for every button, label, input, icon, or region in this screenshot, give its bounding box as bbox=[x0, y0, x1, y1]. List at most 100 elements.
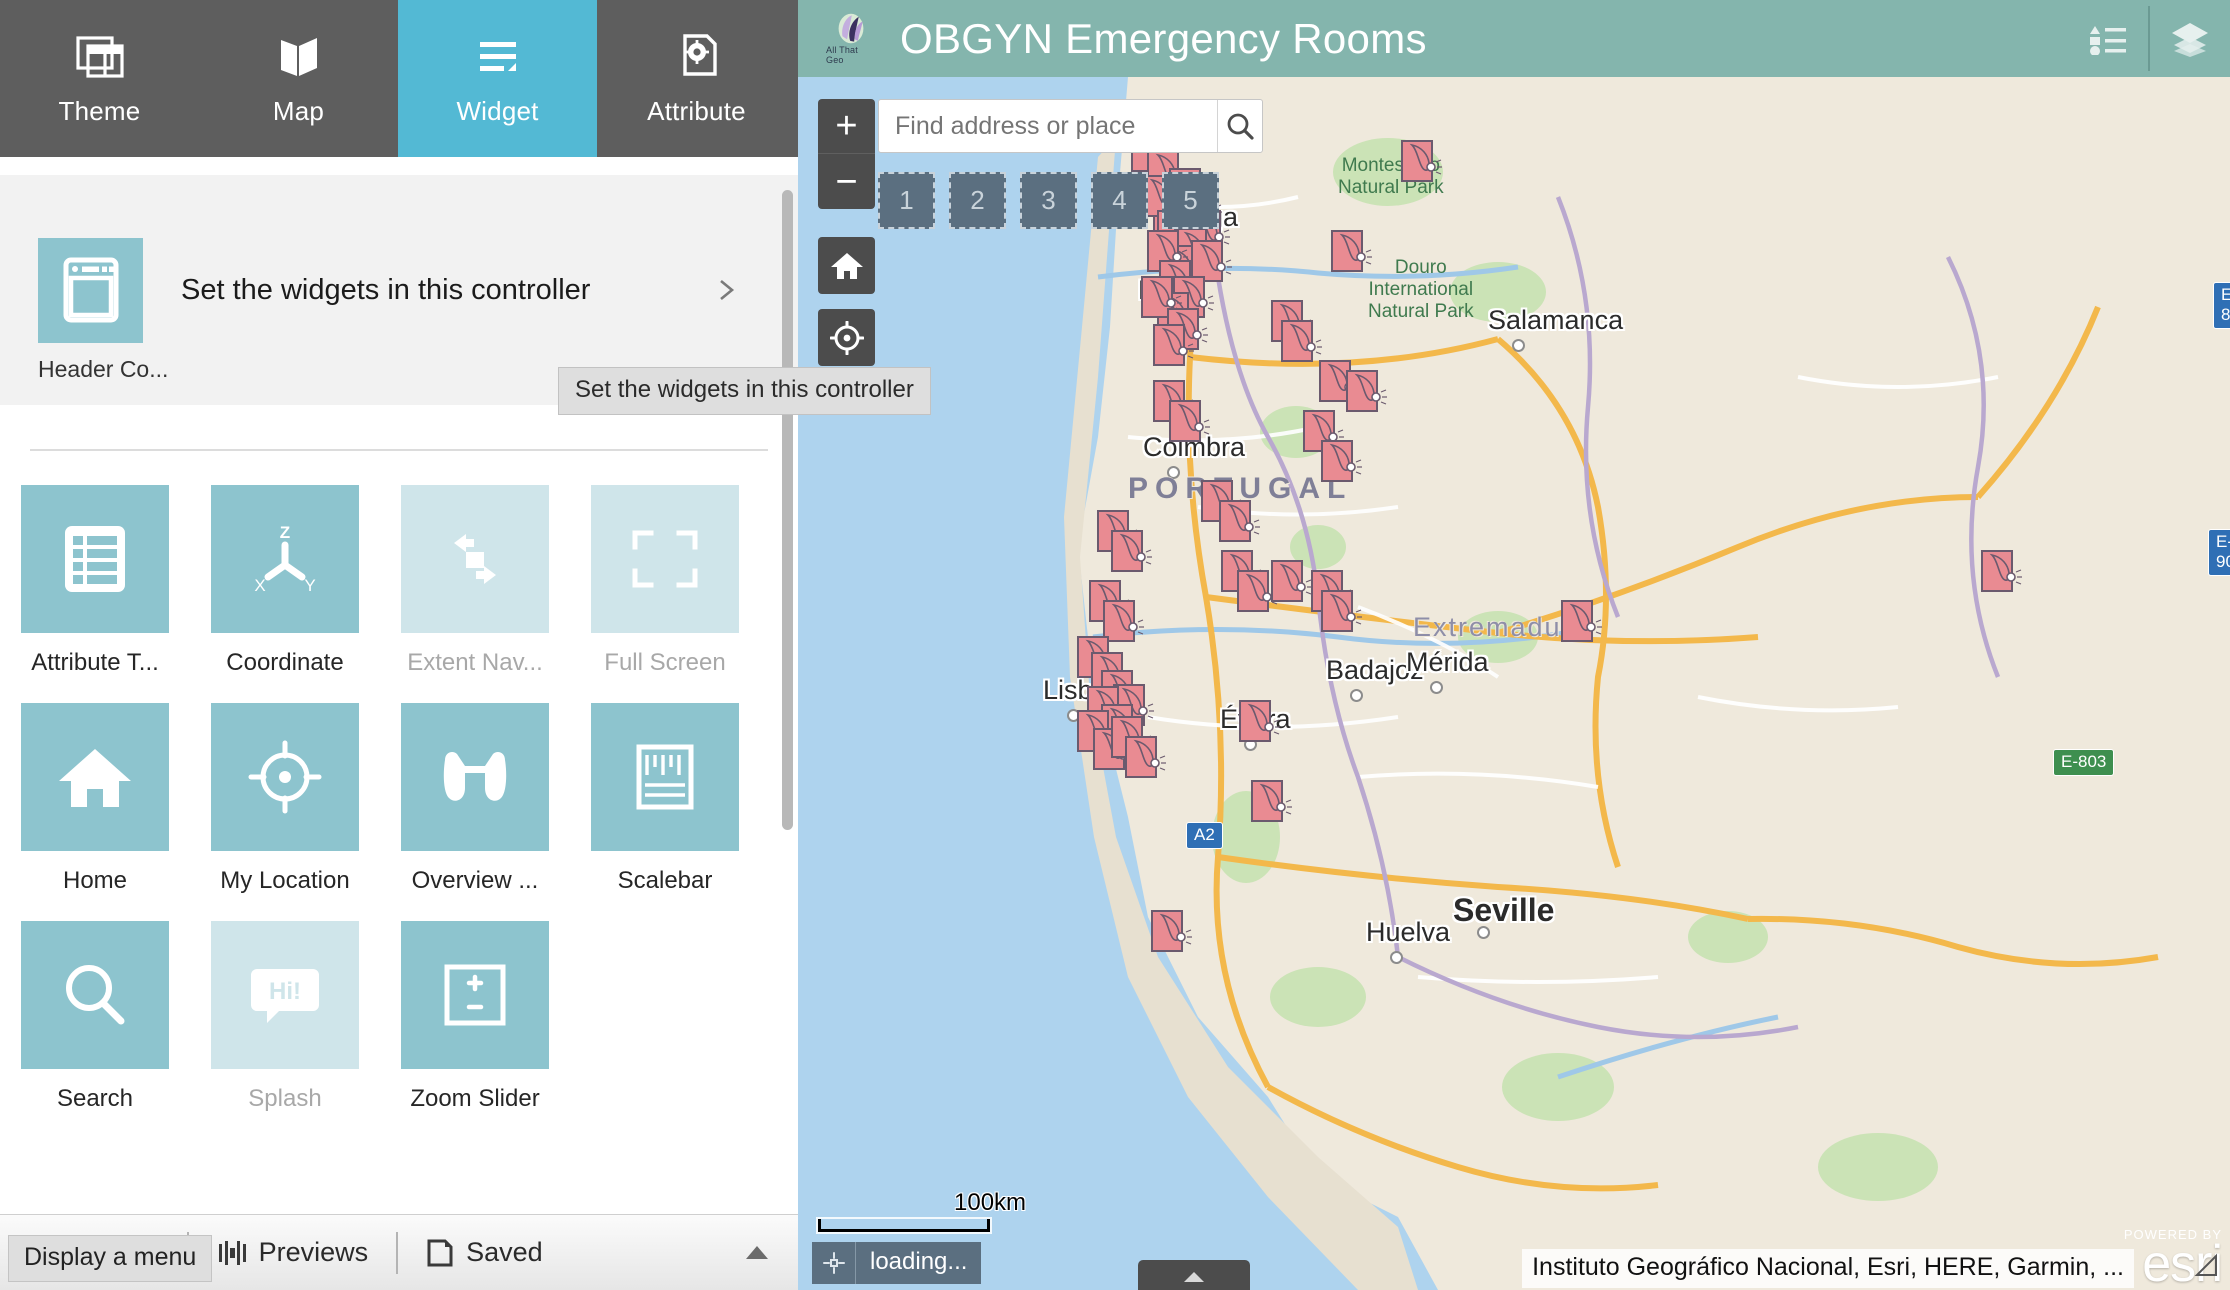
map-header: All That Geo OBGYN Emergency Rooms bbox=[798, 0, 2230, 77]
home-button[interactable] bbox=[818, 237, 875, 294]
previews-button[interactable]: Previews bbox=[189, 1237, 397, 1268]
map-highway-shield: E-803 bbox=[2053, 749, 2114, 776]
map-header-tools bbox=[2068, 0, 2230, 77]
extent-navigate-icon bbox=[436, 524, 514, 594]
home-icon bbox=[55, 741, 135, 813]
nav-tab-widget-label: Widget bbox=[456, 96, 538, 127]
builder-top-nav: Theme Map Widget bbox=[0, 0, 798, 157]
widget-tile-splash[interactable]: Hi! Splash bbox=[190, 921, 380, 1113]
widget-tile-my-location-label: My Location bbox=[220, 867, 349, 895]
map-marker-emergency-room[interactable] bbox=[1122, 733, 1168, 785]
map-marker-emergency-room[interactable] bbox=[1558, 597, 1604, 649]
legend-button[interactable] bbox=[2068, 0, 2148, 77]
map-app-title: OBGYN Emergency Rooms bbox=[900, 15, 1427, 63]
map-marker-emergency-room[interactable] bbox=[1978, 547, 2024, 599]
map-park-label: DouroInternationalNatural Park bbox=[1368, 257, 1474, 323]
map-attribution: Instituto Geográfico Nacional, Esri, HER… bbox=[1522, 1249, 2134, 1288]
nav-tab-map-label: Map bbox=[273, 96, 324, 127]
scalebar-label: 100km bbox=[954, 1189, 1026, 1217]
widget-placeholder-row: 12345 bbox=[878, 172, 1219, 229]
map-marker-emergency-room[interactable] bbox=[1248, 777, 1294, 829]
my-location-button[interactable] bbox=[818, 309, 875, 366]
map-marker-emergency-room[interactable] bbox=[1216, 497, 1262, 549]
widget-tile-attribute-table-box bbox=[21, 485, 169, 633]
widget-tile-zoom-slider[interactable]: Zoom Slider bbox=[380, 921, 570, 1113]
widget-placeholder-5[interactable]: 5 bbox=[1162, 172, 1219, 229]
widget-placeholder-3[interactable]: 3 bbox=[1020, 172, 1077, 229]
map-city-label: Salamanca bbox=[1488, 305, 1623, 336]
map-marker-emergency-room[interactable] bbox=[1150, 321, 1196, 373]
map-marker-emergency-room[interactable] bbox=[1148, 907, 1194, 959]
saved-label: Saved bbox=[466, 1237, 543, 1268]
widget-tile-my-location-box bbox=[211, 703, 359, 851]
nav-tab-widget[interactable]: Widget bbox=[398, 0, 597, 157]
widget-placeholder-1[interactable]: 1 bbox=[878, 172, 935, 229]
map-marker-emergency-room[interactable] bbox=[1166, 397, 1212, 449]
widget-tile-splash-box: Hi! bbox=[211, 921, 359, 1069]
loading-spinner-icon bbox=[812, 1242, 856, 1284]
crosshair-icon bbox=[822, 1251, 846, 1275]
widget-tile-attribute-table[interactable]: Attribute T... bbox=[0, 485, 190, 677]
widget-tile-home-label: Home bbox=[63, 867, 127, 895]
caret-up-icon bbox=[1183, 1271, 1205, 1283]
widget-tile-search-box bbox=[21, 921, 169, 1069]
widget-tile-my-location[interactable]: My Location bbox=[190, 703, 380, 895]
map-marker-emergency-room[interactable] bbox=[1398, 137, 1444, 189]
bottom-bar-expand-caret[interactable] bbox=[746, 1246, 768, 1259]
scalebar: 100km bbox=[818, 1219, 990, 1232]
widget-tile-overview-map[interactable]: Overview ... bbox=[380, 703, 570, 895]
layers-button[interactable] bbox=[2150, 0, 2230, 77]
map-marker-emergency-room[interactable] bbox=[1108, 527, 1154, 579]
widget-tile-overview-map-box bbox=[401, 703, 549, 851]
search-icon bbox=[57, 957, 133, 1033]
search-input[interactable] bbox=[879, 112, 1217, 141]
zoom-in-button[interactable]: + bbox=[818, 99, 875, 154]
map-canvas[interactable]: + − bbox=[798, 77, 2230, 1290]
widget-tile-splash-label: Splash bbox=[248, 1085, 321, 1113]
browser-window-icon bbox=[60, 256, 122, 324]
nav-tab-attribute-label: Attribute bbox=[647, 96, 746, 127]
my-location-icon bbox=[830, 321, 864, 355]
my-location-icon bbox=[247, 739, 323, 815]
widget-tile-home[interactable]: Home bbox=[0, 703, 190, 895]
panel-scrollbar[interactable] bbox=[782, 190, 793, 830]
widget-tile-coordinate[interactable]: Z X Y Coordinate bbox=[190, 485, 380, 677]
widget-placeholder-2[interactable]: 2 bbox=[949, 172, 1006, 229]
map-marker-emergency-room[interactable] bbox=[1318, 587, 1364, 639]
widget-tile-zoom-slider-label: Zoom Slider bbox=[410, 1085, 539, 1113]
nav-tab-theme[interactable]: Theme bbox=[0, 0, 199, 157]
zoom-out-button[interactable]: − bbox=[818, 154, 875, 209]
widget-tile-full-screen[interactable]: Full Screen bbox=[570, 485, 760, 677]
widget-placeholder-4[interactable]: 4 bbox=[1091, 172, 1148, 229]
map-marker-emergency-room[interactable] bbox=[1236, 697, 1282, 749]
map-city-dot bbox=[1430, 681, 1443, 694]
svg-text:Z: Z bbox=[280, 523, 290, 542]
map-marker-emergency-room[interactable] bbox=[1343, 367, 1389, 419]
search-submit-button[interactable] bbox=[1217, 100, 1262, 152]
widget-tile-attribute-table-label: Attribute T... bbox=[31, 649, 159, 677]
scalebar-icon bbox=[631, 741, 699, 813]
map-city-dot bbox=[1390, 951, 1403, 964]
saved-file-icon bbox=[426, 1238, 454, 1268]
all-that-geo-logo-icon bbox=[828, 13, 874, 44]
saved-button[interactable]: Saved bbox=[398, 1237, 571, 1268]
legend-icon bbox=[2089, 23, 2127, 55]
brand-logo: All That Geo bbox=[826, 13, 876, 65]
attribute-icon bbox=[671, 30, 723, 82]
attribution-collapse-handle[interactable] bbox=[1138, 1260, 1250, 1290]
nav-tab-attribute[interactable]: Attribute bbox=[597, 0, 796, 157]
widget-tile-home-box bbox=[21, 703, 169, 851]
map-search-box[interactable] bbox=[878, 99, 1263, 153]
previews-label: Previews bbox=[259, 1237, 369, 1268]
svg-text:X: X bbox=[254, 576, 265, 595]
splash-icon: Hi! bbox=[245, 959, 325, 1031]
widget-tile-scalebar[interactable]: Scalebar bbox=[570, 703, 760, 895]
map-marker-emergency-room[interactable] bbox=[1318, 437, 1364, 489]
brand-logo-caption: All That Geo bbox=[826, 45, 876, 65]
widget-tile-extent-navigate[interactable]: Extent Nav... bbox=[380, 485, 570, 677]
widget-tile-search[interactable]: Search bbox=[0, 921, 190, 1113]
nav-tab-map[interactable]: Map bbox=[199, 0, 398, 157]
map-marker-emergency-room[interactable] bbox=[1328, 227, 1374, 279]
map-icon bbox=[273, 30, 325, 82]
scalebar-line bbox=[818, 1219, 990, 1232]
